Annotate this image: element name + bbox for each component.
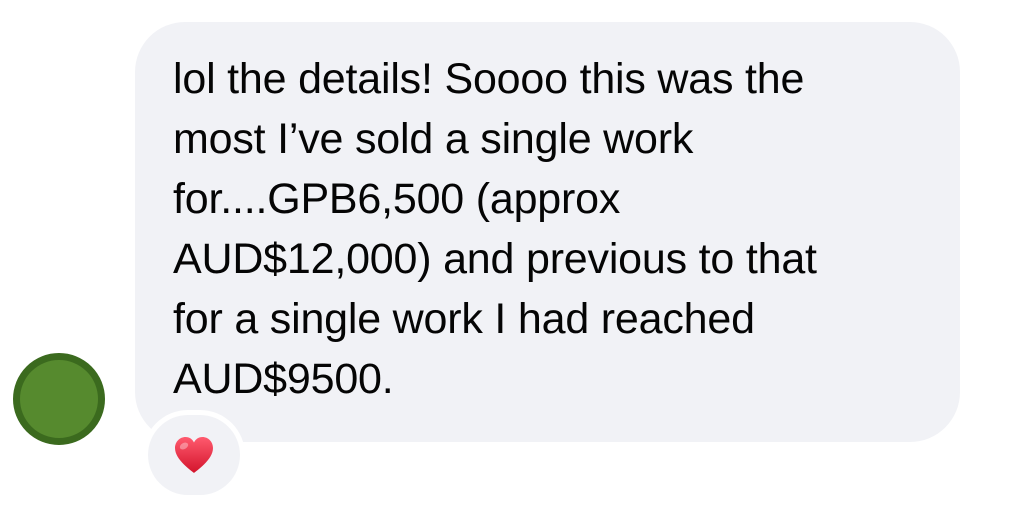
message-text: lol the details! Soooo this was the most… — [173, 55, 817, 403]
reaction-badge[interactable] — [148, 415, 240, 495]
avatar[interactable] — [13, 353, 105, 445]
message-bubble[interactable]: lol the details! Soooo this was the most… — [135, 22, 960, 442]
red-heart-icon — [175, 437, 213, 473]
